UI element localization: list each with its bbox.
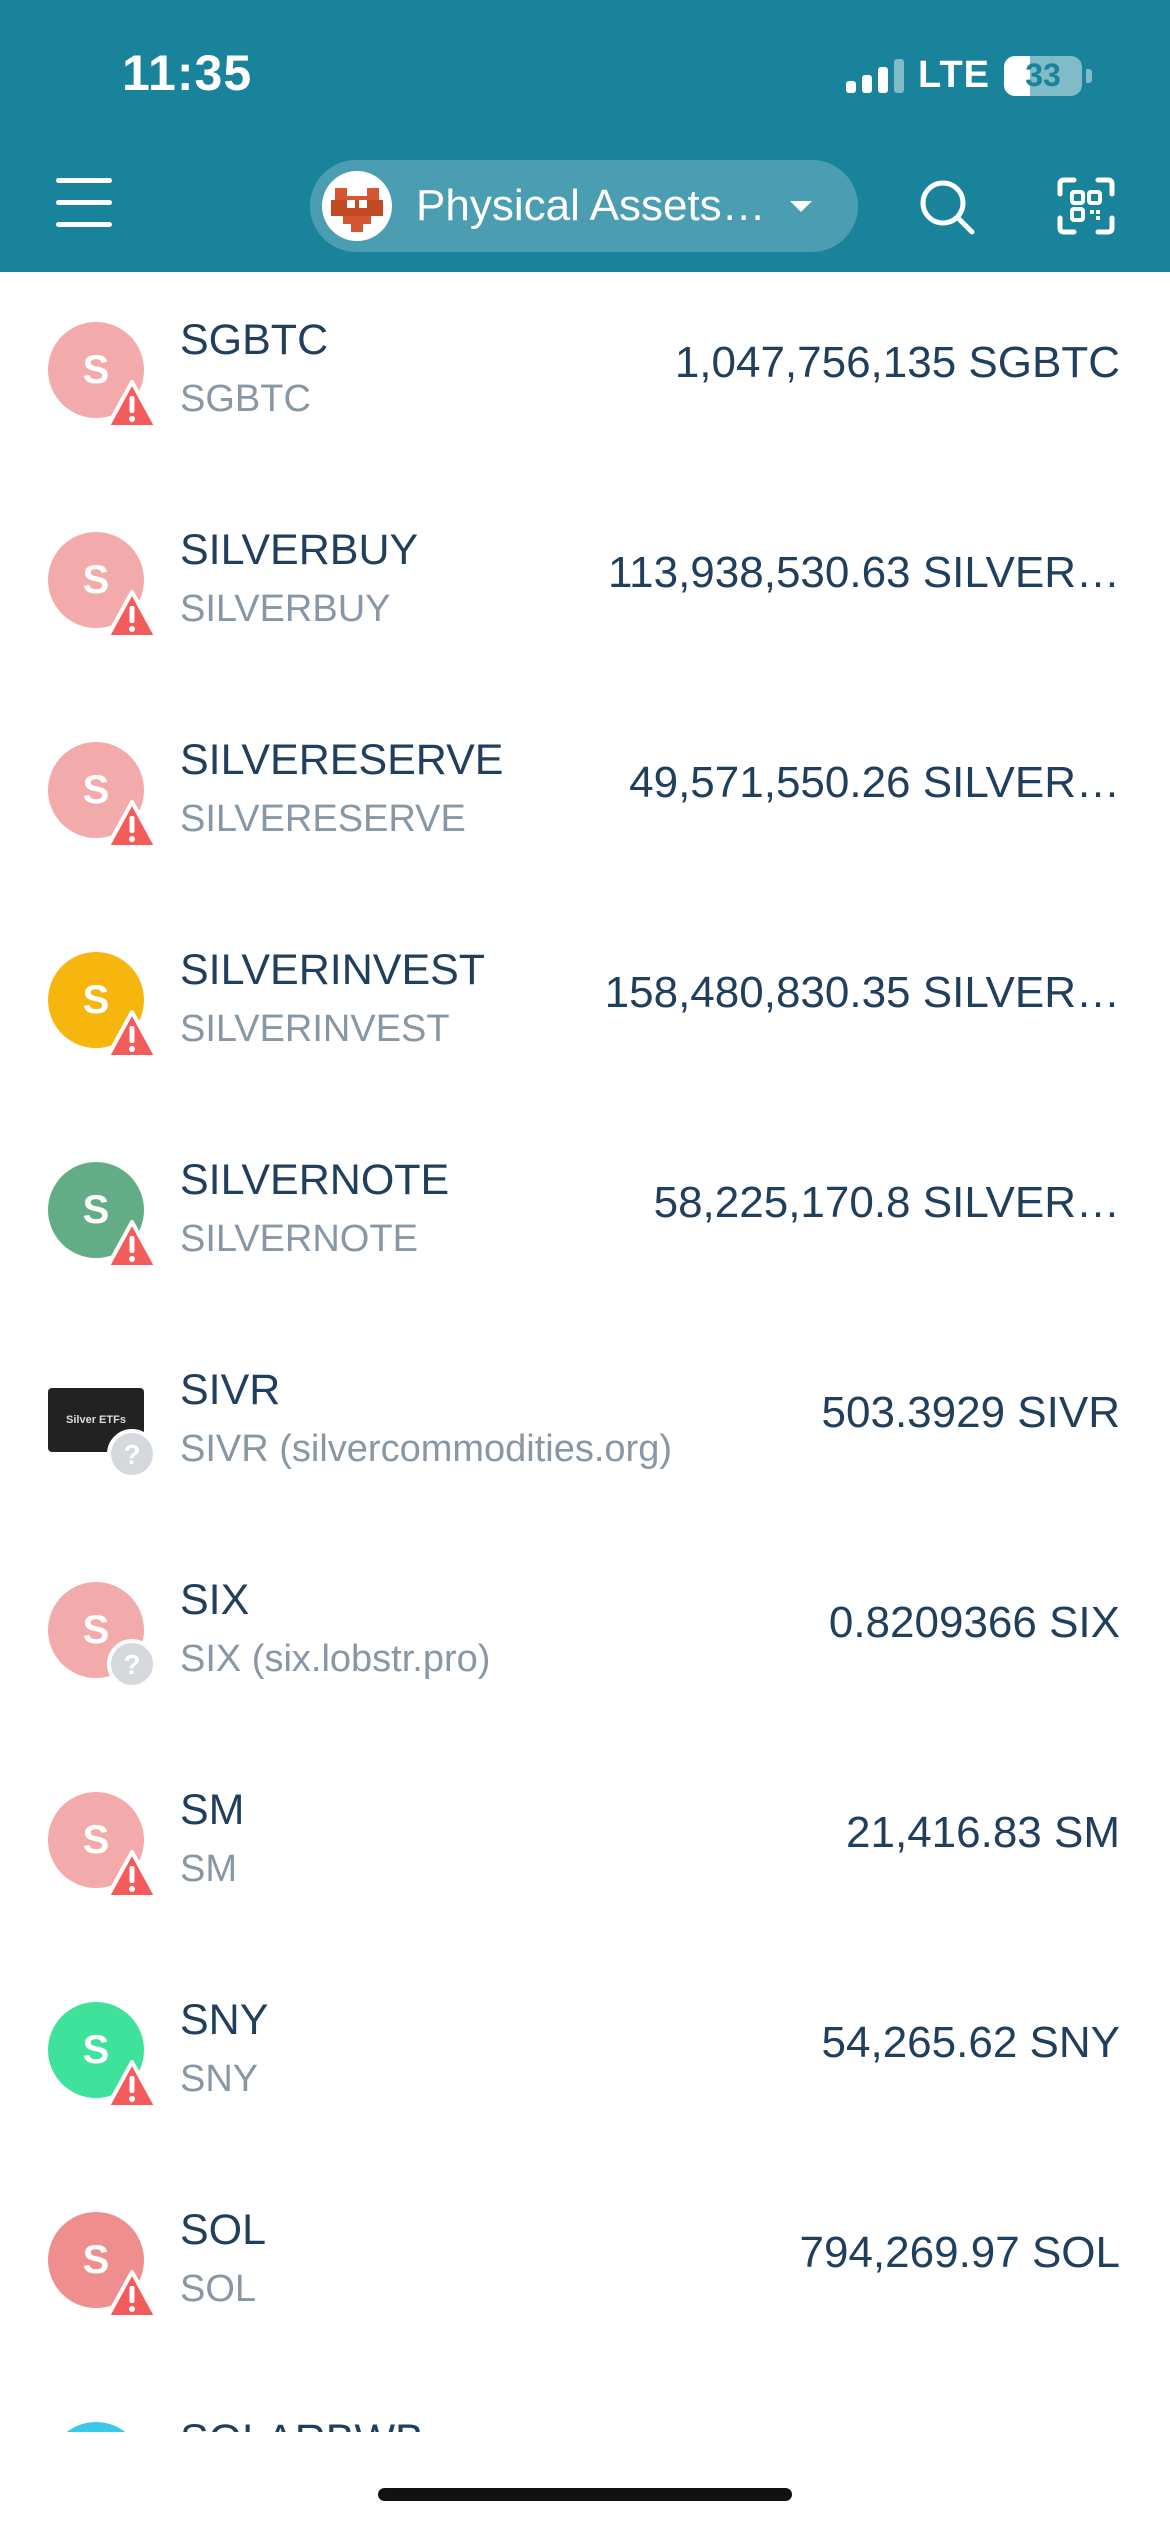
asset-icon: S <box>48 742 158 849</box>
asset-code: SILVERNOTE <box>180 1156 450 1204</box>
asset-code: SILVERBUY <box>180 526 419 574</box>
chevron-down-icon <box>790 200 812 212</box>
asset-code: SNY <box>180 1996 269 2044</box>
asset-code: SIVR <box>180 1366 281 1414</box>
asset-balance: 21,416.83 SM <box>846 1808 1120 1857</box>
asset-icon: S <box>48 322 158 429</box>
svg-text:?: ? <box>123 1439 140 1470</box>
battery-percent: 33 <box>1025 57 1061 93</box>
asset-balance: 503.3929 SIVR <box>821 1388 1120 1437</box>
warning-icon <box>106 1008 158 1060</box>
asset-code: SIX <box>180 1576 250 1624</box>
asset-row[interactable]: S SM SM 21,416.83 SM <box>0 1742 1170 1952</box>
asset-icon: S <box>48 2002 158 2109</box>
asset-balance: 794,269.97 SOL <box>799 2228 1120 2277</box>
asset-issuer: SGBTC <box>180 378 311 420</box>
asset-code: SOLARBWB <box>180 2416 424 2432</box>
warning-icon <box>106 588 158 640</box>
asset-letter-avatar: S <box>48 2422 144 2432</box>
asset-icon: S <box>48 532 158 639</box>
account-avatar-icon <box>322 171 392 241</box>
warning-icon <box>106 1848 158 1900</box>
asset-icon: S <box>48 1792 158 1899</box>
asset-row[interactable]: S SILVERBUY SILVERBUY 113,938,530.63 SILVER… <box>0 482 1170 692</box>
asset-issuer: SILVERESERVE <box>180 798 466 840</box>
asset-row[interactable]: S? SIX SIX (six.lobstr.pro) 0.8209366 SIX <box>0 1532 1170 1742</box>
asset-row[interactable]: S SGBTC SGBTC 1,047,756,135 SGBTC <box>0 272 1170 482</box>
asset-icon: S <box>48 2422 144 2432</box>
cellular-signal-icon <box>846 58 905 93</box>
home-indicator <box>378 2488 792 2501</box>
svg-text:?: ? <box>123 1649 140 1680</box>
asset-balance: 49,571,550.26 SILVER… <box>629 758 1120 807</box>
asset-issuer: SIX (six.lobstr.pro) <box>180 1638 491 1680</box>
warning-icon <box>106 2058 158 2110</box>
asset-balance: 0.8209366 SIX <box>828 1598 1120 1647</box>
asset-list: S SGBTC SGBTC 1,047,756,135 SGBTC S SILVERBUY… <box>0 272 1170 2432</box>
status-indicators: LTE 33 <box>846 54 1092 97</box>
warning-icon <box>106 378 158 430</box>
asset-issuer: SIVR (silvercommodities.org) <box>180 1428 672 1470</box>
asset-issuer: SNY <box>180 2058 259 2100</box>
asset-icon: S <box>48 2212 158 2319</box>
asset-balance: 54,265.62 SNY <box>821 2018 1120 2067</box>
unknown-issuer-icon: ? <box>106 1638 158 1690</box>
unknown-issuer-icon: ? <box>106 1428 158 1480</box>
warning-icon <box>106 1218 158 1270</box>
battery-icon: 33 <box>1004 55 1082 96</box>
account-selector[interactable]: Physical Assets… <box>310 160 858 252</box>
qr-scan-icon[interactable] <box>1056 176 1116 236</box>
asset-row[interactable]: S SILVERESERVE SILVERESERVE 49,571,550.26 S… <box>0 692 1170 902</box>
asset-row[interactable]: S SILVERINVEST SILVERINVEST 158,480,830.35 … <box>0 902 1170 1112</box>
asset-icon: S <box>48 952 158 1059</box>
asset-issuer: SILVERINVEST <box>180 1008 450 1050</box>
asset-balance: 158,480,830.35 SILVER… <box>604 968 1120 1017</box>
asset-row[interactable]: S SOLARBWB <box>0 2372 1170 2432</box>
status-time: 11:35 <box>122 45 253 101</box>
asset-code: SGBTC <box>180 316 329 364</box>
top-bar: 11:35 LTE 33 Physical Assets… <box>0 0 1170 272</box>
asset-row[interactable]: Silver ETFs? SIVR SIVR (silvercommodities.… <box>0 1322 1170 1532</box>
asset-balance: 58,225,170.8 SILVER… <box>653 1178 1120 1227</box>
hamburger-menu-icon[interactable] <box>56 178 112 228</box>
asset-row[interactable]: S SOL SOL 794,269.97 SOL <box>0 2162 1170 2372</box>
asset-icon: S? <box>48 1582 157 1689</box>
asset-issuer: SILVERNOTE <box>180 1218 418 1260</box>
asset-balance: 1,047,756,135 SGBTC <box>674 338 1120 387</box>
asset-code: SILVERESERVE <box>180 736 504 784</box>
asset-row[interactable]: S SNY SNY 54,265.62 SNY <box>0 1952 1170 2162</box>
warning-icon <box>106 2268 158 2320</box>
asset-row[interactable]: S SILVERNOTE SILVERNOTE 58,225,170.8 SILVER… <box>0 1112 1170 1322</box>
network-type: LTE <box>918 54 990 96</box>
asset-code: SM <box>180 1786 245 1834</box>
asset-issuer: SM <box>180 1848 237 1890</box>
asset-issuer: SOL <box>180 2268 257 2310</box>
asset-icon: Silver ETFs? <box>48 1372 157 1479</box>
warning-icon <box>106 798 158 850</box>
asset-balance: 113,938,530.63 SILVER… <box>607 548 1120 597</box>
asset-issuer: SILVERBUY <box>180 588 391 630</box>
asset-icon: S <box>48 1162 158 1269</box>
account-name: Physical Assets… <box>416 181 766 230</box>
search-icon[interactable] <box>918 178 976 236</box>
asset-code: SOL <box>180 2206 267 2254</box>
battery-tip <box>1086 68 1092 83</box>
asset-image-caption: Silver ETFs <box>66 1414 126 1426</box>
asset-code: SILVERINVEST <box>180 946 486 994</box>
